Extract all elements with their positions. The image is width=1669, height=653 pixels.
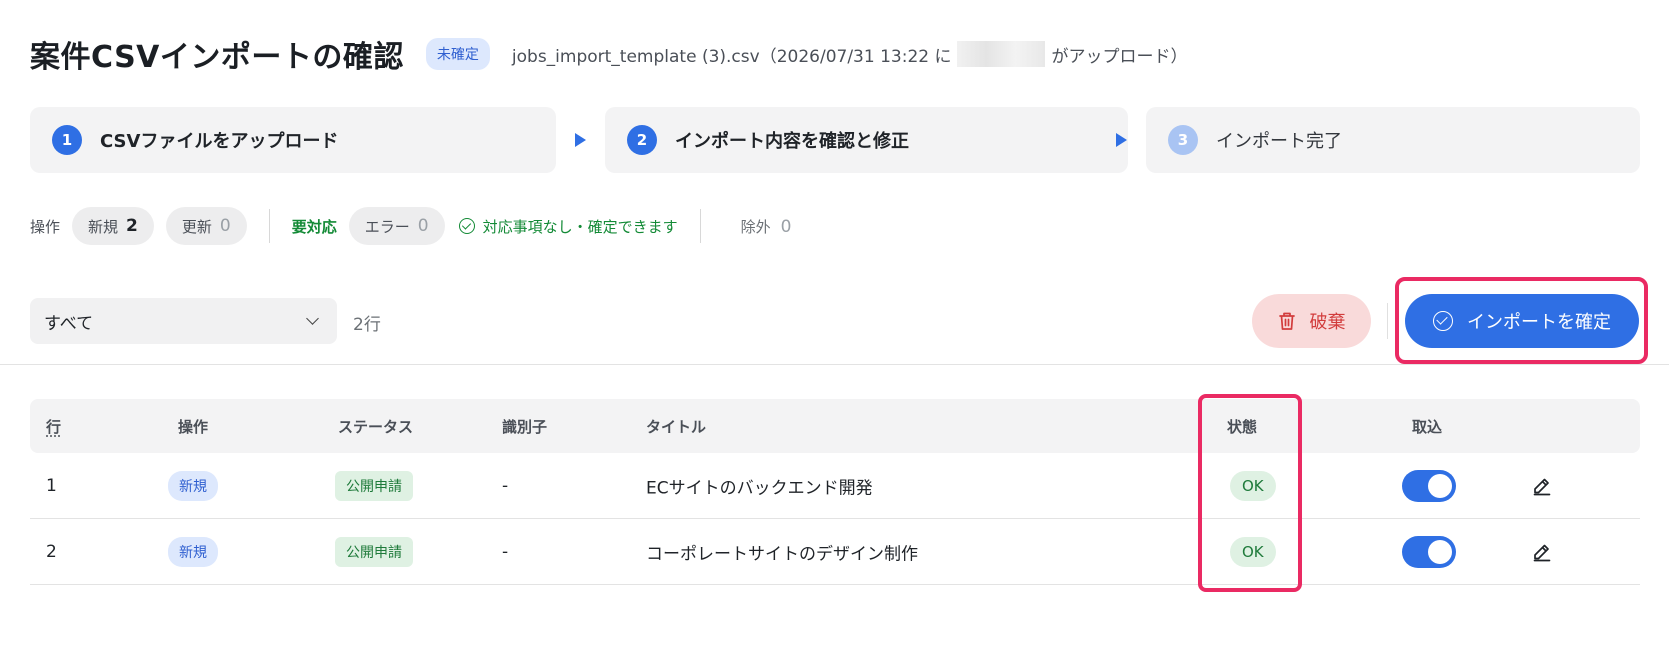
page-title: 案件CSVインポートの確認	[30, 40, 404, 75]
step-number: 3	[1168, 125, 1198, 155]
table-row: 2 新規 公開申請 - コーポレートサイトのデザイン制作 OK	[30, 519, 1640, 585]
import-table: 行 操作 ステータス 識別子 タイトル 状態 取込 1 新規 公開申請 - EC…	[30, 399, 1640, 585]
step-upload: 1 CSVファイルをアップロード	[30, 107, 556, 173]
operation-label: 操作	[30, 217, 61, 236]
new-count-chip[interactable]: 新規 2	[72, 207, 154, 245]
error-count: 0	[417, 216, 429, 236]
upload-info: jobs_import_template (3).csv（2026/07/31 …	[511, 41, 1188, 67]
step-complete: 3 インポート完了	[1146, 107, 1640, 173]
filter-value: すべて	[44, 313, 94, 334]
update-label: 更新	[181, 217, 212, 236]
step-arrow-icon	[575, 133, 586, 147]
cell-identifier: -	[502, 475, 509, 496]
toolbar-divider	[1387, 303, 1388, 339]
new-count: 2	[126, 216, 138, 236]
trash-icon	[1278, 312, 1295, 330]
new-label: 新規	[88, 217, 119, 236]
table-row: 1 新規 公開申請 - ECサイトのバックエンド開発 OK	[30, 453, 1640, 519]
header-identifier: 識別子	[502, 418, 548, 436]
check-circle-icon	[1433, 311, 1453, 331]
redacted-username	[957, 41, 1046, 67]
header-operation: 操作	[178, 418, 209, 436]
page-header: 案件CSVインポートの確認 未確定 jobs_import_template (…	[30, 30, 1187, 78]
confirm-import-button[interactable]: インポートを確定	[1405, 294, 1639, 348]
summary-divider	[268, 209, 270, 243]
table-header: 行 操作 ステータス 識別子 タイトル 状態 取込	[30, 399, 1640, 453]
attention-label: 要対応	[291, 217, 337, 236]
upload-info-suffix: がアップロード）	[1051, 46, 1188, 67]
step-label: インポート完了	[1216, 131, 1342, 152]
error-count-chip[interactable]: エラー 0	[348, 207, 445, 245]
step-arrow-icon	[1116, 133, 1127, 147]
upload-info-file: jobs_import_template (3).csv（2026/07/31 …	[511, 46, 952, 67]
excluded-label: 除外	[740, 217, 771, 236]
edit-icon[interactable]	[1531, 475, 1553, 497]
excluded-count[interactable]: 除外 0	[741, 216, 792, 237]
check-circle-icon	[458, 218, 475, 234]
cell-title: ECサイトのバックエンド開発	[646, 478, 873, 498]
header-status: ステータス	[338, 418, 414, 436]
discard-label: 破棄	[1309, 312, 1346, 333]
summary-divider	[699, 209, 701, 243]
update-count: 0	[219, 216, 231, 236]
edit-icon[interactable]	[1531, 541, 1553, 563]
import-toggle[interactable]	[1402, 469, 1456, 502]
step-number: 2	[627, 125, 657, 155]
cell-identifier: -	[502, 541, 509, 562]
cell-row: 2	[46, 541, 57, 562]
status-pill: 公開申請	[335, 470, 413, 501]
import-stepper: 1 CSVファイルをアップロード 2 インポート内容を確認と修正 3 インポート…	[30, 107, 1640, 173]
step-number: 1	[52, 125, 82, 155]
update-count-chip[interactable]: 更新 0	[165, 207, 247, 245]
chevron-down-icon	[306, 312, 319, 325]
cell-row: 1	[46, 475, 57, 496]
step-label: CSVファイルをアップロード	[100, 131, 339, 152]
operation-pill: 新規	[168, 470, 218, 501]
error-label: エラー	[364, 217, 410, 236]
state-column-highlight-box	[1198, 394, 1302, 592]
section-divider	[0, 364, 1669, 365]
header-row[interactable]: 行	[46, 416, 61, 437]
filter-select[interactable]: すべて	[30, 298, 337, 344]
ok-note-text: 対応事項なし・確定できます	[482, 217, 678, 236]
step-review: 2 インポート内容を確認と修正	[605, 107, 1128, 173]
cell-title: コーポレートサイトのデザイン制作	[646, 544, 918, 564]
operation-pill: 新規	[168, 536, 218, 567]
header-title: タイトル	[646, 418, 707, 436]
row-count: 2行	[353, 315, 381, 335]
import-summary: 操作 新規 2 更新 0 要対応 エラー 0 対応事項なし・確定できます 除外 0	[30, 206, 791, 246]
import-toggle[interactable]	[1402, 535, 1456, 568]
step-label: インポート内容を確認と修正	[675, 131, 909, 152]
discard-button[interactable]: 破棄	[1252, 294, 1371, 348]
status-badge: 未確定	[425, 38, 490, 70]
confirm-label: インポートを確定	[1467, 312, 1611, 333]
header-import: 取込	[1412, 418, 1443, 436]
status-pill: 公開申請	[335, 536, 413, 567]
excluded-number: 0	[780, 216, 792, 237]
ok-note: 対応事項なし・確定できます	[458, 216, 678, 237]
